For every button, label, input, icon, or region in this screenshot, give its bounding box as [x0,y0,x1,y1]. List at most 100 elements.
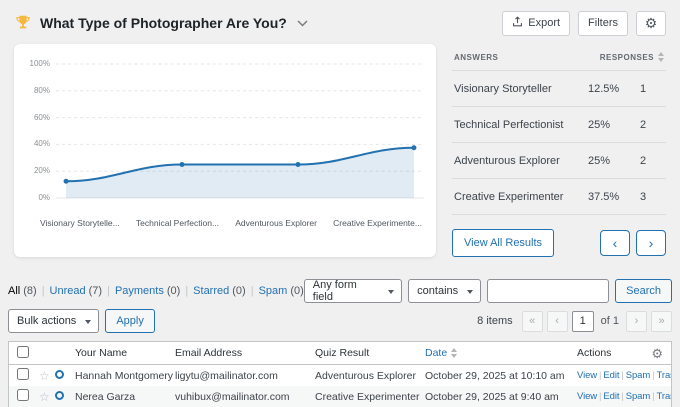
list-pagination: « ‹ 1 of 1 › » [522,311,672,332]
row-checkbox[interactable] [17,368,29,380]
settings-gear-button[interactable]: ⚙ [636,11,666,36]
trophy-icon [14,14,32,32]
entry-quiz-result: Adventurous Explorer [315,370,425,382]
y-tick: 0% [22,193,56,203]
entry-email: vuhibux@mailinator.com [175,391,315,403]
entry-actions: View Edit Spam Trash [577,391,671,402]
answer-count: 1 [640,83,664,95]
sort-icon[interactable] [658,52,664,62]
star-icon[interactable]: ☆ [39,369,50,383]
table-row: ☆ Hannah Montgomery ligytu@mailinator.co… [9,365,671,386]
export-button[interactable]: Export [502,11,570,36]
entry-date: October 29, 2025 at 10:10 am [425,370,577,382]
search-button[interactable]: Search [615,279,672,303]
spam-link[interactable]: Spam [626,391,650,402]
table-settings-gear-icon[interactable]: ⚙ [651,346,663,362]
responses-column-header[interactable]: RESPONSES [600,53,654,62]
answer-row: Technical Perfectionist 25% 2 [452,107,666,143]
view-filters: All(8) Unread(7) Payments(0) Starred(0) … [8,285,304,297]
answers-column-header: ANSWERS [454,53,600,62]
answer-count: 2 [640,119,664,131]
column-quiz-result: Quiz Result [315,347,425,359]
prev-page-button[interactable]: ‹ [547,311,568,332]
select-all-checkbox[interactable] [17,346,29,358]
answer-row: Adventurous Explorer 25% 2 [452,143,666,179]
answers-prev-button[interactable]: ‹ [600,230,630,256]
trash-link[interactable]: Trash [657,391,671,402]
chevron-left-icon: ‹ [613,235,618,251]
sort-icon[interactable] [451,348,457,358]
chevron-down-icon [467,290,473,294]
answer-percent: 25% [588,119,640,131]
column-date-sort[interactable]: Date [425,347,447,359]
answer-label: Creative Experimenter [454,191,588,203]
edit-link[interactable]: Edit [603,391,619,402]
view-all-results-button[interactable]: View All Results [452,229,554,257]
unread-indicator-icon[interactable] [55,370,64,379]
last-page-button[interactable]: » [651,311,672,332]
page-title: What Type of Photographer Are You? [40,15,287,31]
chart-x-axis: Visionary Storytelle... Technical Perfec… [22,206,424,232]
answer-percent: 12.5% [588,83,640,95]
y-tick: 80% [22,86,56,96]
answers-next-button[interactable]: › [636,230,666,256]
answer-row: Visionary Storyteller 12.5% 1 [452,71,666,107]
answer-count: 3 [640,191,664,203]
column-your-name: Your Name [75,347,175,359]
column-email-address: Email Address [175,347,315,359]
chevron-right-icon: › [649,235,654,251]
chart-plot-area [56,56,424,206]
x-tick: Technical Perfection... [136,218,219,228]
edit-link[interactable]: Edit [603,370,619,381]
form-field-select[interactable]: Any form field [304,279,402,303]
view-link[interactable]: View [577,391,597,402]
row-checkbox[interactable] [17,389,29,401]
entry-name: Nerea Garza [75,391,175,403]
answer-row: Creative Experimenter 37.5% 3 [452,179,666,215]
answer-label: Technical Perfectionist [454,119,588,131]
apply-button[interactable]: Apply [105,309,155,333]
answer-label: Visionary Storyteller [454,83,588,95]
filter-starred[interactable]: Starred(0) [193,285,246,297]
next-page-button[interactable]: › [626,311,647,332]
y-tick: 60% [22,113,56,123]
x-tick: Creative Experimente... [333,218,422,228]
first-page-button[interactable]: « [522,311,543,332]
answer-percent: 37.5% [588,191,640,203]
filter-spam[interactable]: Spam(0) [259,285,304,297]
x-tick: Visionary Storytelle... [40,218,120,228]
bulk-actions-select[interactable]: Bulk actions [8,309,99,333]
gear-icon: ⚙ [645,15,658,32]
filter-unread[interactable]: Unread(7) [50,285,103,297]
search-input[interactable] [487,279,609,303]
entries-section: All(8) Unread(7) Payments(0) Starred(0) … [8,279,672,407]
results-section: What Type of Photographer Are You? Expor… [0,0,680,257]
filter-payments[interactable]: Payments(0) [115,285,180,297]
table-header: Your Name Email Address Quiz Result Date… [9,342,671,365]
answer-count: 2 [640,155,664,167]
trash-link[interactable]: Trash [657,370,671,381]
chevron-down-icon [388,290,394,294]
entry-date: October 29, 2025 at 9:40 am [425,391,577,403]
current-page: 1 [572,311,594,332]
star-icon[interactable]: ☆ [39,390,50,404]
x-tick: Adventurous Explorer [235,218,317,228]
total-pages: of 1 [601,315,619,327]
entry-quiz-result: Creative Experimenter [315,391,425,403]
unread-indicator-icon[interactable] [55,391,64,400]
view-link[interactable]: View [577,370,597,381]
y-tick: 100% [22,59,56,69]
entries-table: Your Name Email Address Quiz Result Date… [8,341,672,407]
entry-email: ligytu@mailinator.com [175,370,315,382]
entry-name: Hannah Montgomery [75,370,175,382]
form-selector-chevron-icon[interactable] [297,20,308,27]
answer-percent: 25% [588,155,640,167]
filters-button[interactable]: Filters [578,11,628,36]
chevron-down-icon [85,320,91,324]
table-row: ☆ Nerea Garza vuhibux@mailinator.com Cre… [9,386,671,407]
entry-actions: View Edit Spam Trash [577,370,671,381]
filter-all[interactable]: All(8) [8,285,37,297]
items-count: 8 items [477,315,512,327]
comparison-select[interactable]: contains [408,279,481,303]
spam-link[interactable]: Spam [626,370,650,381]
